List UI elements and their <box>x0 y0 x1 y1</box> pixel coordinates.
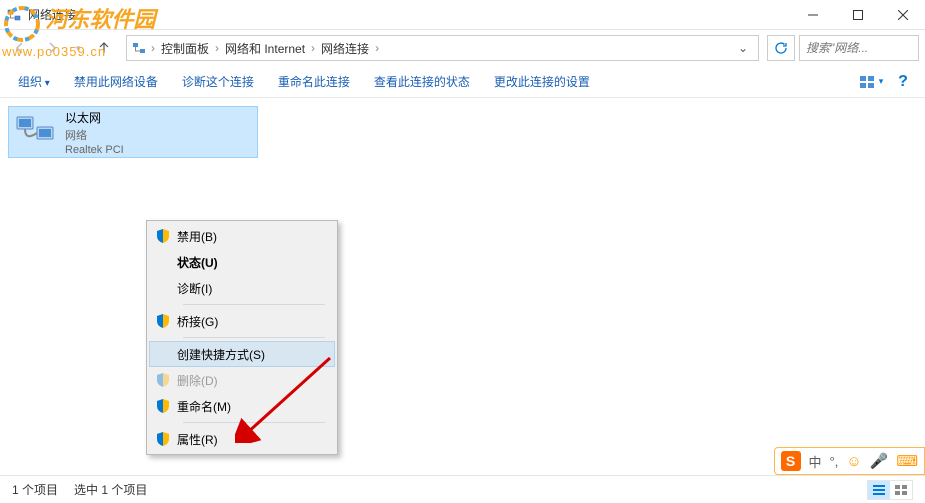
ime-mode[interactable]: 中 <box>809 452 822 471</box>
ime-emoji-icon[interactable]: ☺ <box>846 453 861 470</box>
refresh-button[interactable] <box>767 35 795 61</box>
maximize-button[interactable] <box>835 0 880 30</box>
rename-button[interactable]: 重命名此连接 <box>268 69 360 94</box>
shield-icon <box>155 431 171 447</box>
shield-icon <box>155 372 171 388</box>
network-icon <box>131 40 147 56</box>
selected-count: 选中 1 个项目 <box>74 481 147 498</box>
connection-item[interactable]: 以太网 网络 Realtek PCI <box>8 106 258 158</box>
context-menu: 禁用(B) 状态(U) 诊断(I) 桥接(G) 创建快捷方式(S) 删除(D) … <box>146 220 338 455</box>
up-button[interactable] <box>90 34 118 62</box>
navbar: ▾ › 控制面板 › 网络和 Internet › 网络连接 › ⌄ <box>0 30 925 66</box>
network-icon <box>6 7 22 23</box>
breadcrumb-item[interactable]: 网络连接 <box>315 40 375 57</box>
ime-punct-icon[interactable]: °, <box>830 454 839 469</box>
diagnose-button[interactable]: 诊断这个连接 <box>172 69 264 94</box>
breadcrumb-dropdown[interactable]: ⌄ <box>732 41 754 55</box>
statusbar: 1 个项目 选中 1 个项目 <box>0 475 925 503</box>
close-button[interactable] <box>880 0 925 30</box>
menu-disable[interactable]: 禁用(B) <box>149 223 335 249</box>
window-title: 网络连接 <box>28 6 790 23</box>
disable-device-button[interactable]: 禁用此网络设备 <box>64 69 168 94</box>
view-status-button[interactable]: 查看此连接的状态 <box>364 69 480 94</box>
search-box[interactable] <box>799 35 919 61</box>
item-count: 1 个项目 <box>12 481 58 498</box>
titlebar: 网络连接 <box>0 0 925 30</box>
menu-properties[interactable]: 属性(R) <box>149 426 335 452</box>
ime-toolbar[interactable]: S 中 °, ☺ 🎤 ⌨ <box>774 447 925 475</box>
toolbar: 组织 禁用此网络设备 诊断这个连接 重命名此连接 查看此连接的状态 更改此连接的… <box>0 66 925 98</box>
menu-rename[interactable]: 重命名(M) <box>149 393 335 419</box>
menu-diagnose[interactable]: 诊断(I) <box>149 275 335 301</box>
ime-keyboard-icon[interactable]: ⌨ <box>896 452 918 470</box>
ime-logo-icon[interactable]: S <box>781 451 801 471</box>
breadcrumb[interactable]: › 控制面板 › 网络和 Internet › 网络连接 › ⌄ <box>126 35 759 61</box>
history-dropdown[interactable]: ▾ <box>70 34 86 62</box>
menu-delete: 删除(D) <box>149 367 335 393</box>
content-area[interactable]: 以太网 网络 Realtek PCI 禁用(B) 状态(U) 诊断(I) 桥接(… <box>0 98 925 478</box>
breadcrumb-item[interactable]: 控制面板 <box>155 40 215 57</box>
menu-separator <box>183 304 325 305</box>
breadcrumb-item[interactable]: 网络和 Internet <box>219 40 311 57</box>
menu-bridge[interactable]: 桥接(G) <box>149 308 335 334</box>
menu-status[interactable]: 状态(U) <box>149 249 335 275</box>
forward-button[interactable] <box>38 34 66 62</box>
organize-dropdown[interactable]: 组织 <box>8 69 60 94</box>
search-input[interactable] <box>806 41 886 55</box>
shield-icon <box>155 398 171 414</box>
connection-name: 以太网 <box>65 109 124 126</box>
menu-separator <box>183 337 325 338</box>
icons-view-button[interactable] <box>890 481 912 499</box>
view-toggle <box>867 480 913 500</box>
back-button[interactable] <box>6 34 34 62</box>
ime-mic-icon[interactable]: 🎤 <box>870 452 889 470</box>
connection-device: Realtek PCI <box>65 144 124 156</box>
shield-icon <box>155 313 171 329</box>
menu-shortcut[interactable]: 创建快捷方式(S) <box>149 341 335 367</box>
ethernet-icon <box>13 113 57 151</box>
minimize-button[interactable] <box>790 0 835 30</box>
details-view-button[interactable] <box>868 481 890 499</box>
connection-status: 网络 <box>65 127 124 143</box>
shield-icon <box>155 228 171 244</box>
chevron-right-icon: › <box>375 41 379 55</box>
change-settings-button[interactable]: 更改此连接的设置 <box>484 69 600 94</box>
view-options-button[interactable]: ▾ <box>857 70 885 94</box>
help-button[interactable]: ? <box>889 70 917 94</box>
menu-separator <box>183 422 325 423</box>
